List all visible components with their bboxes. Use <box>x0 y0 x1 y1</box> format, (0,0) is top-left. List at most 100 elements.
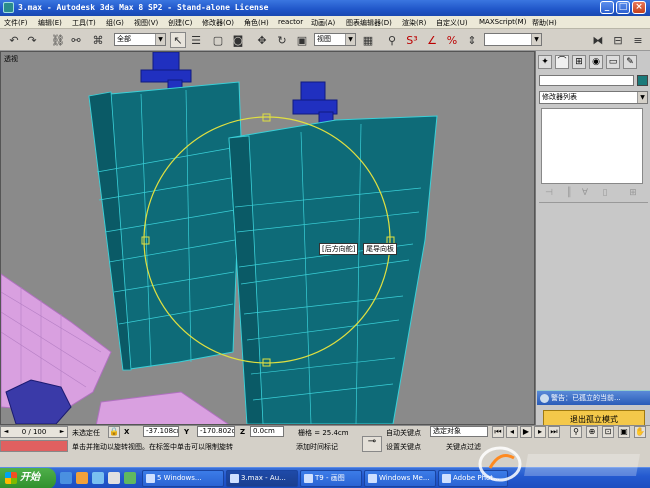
lock-selection-icon[interactable]: 🔒 <box>108 426 120 438</box>
angle-snap-icon[interactable]: ∠ <box>424 32 440 48</box>
key-icon[interactable]: ⊸ <box>362 436 382 452</box>
motion-icon[interactable]: ◉ <box>589 55 603 69</box>
layer-manager-icon[interactable]: ≡ <box>630 32 646 48</box>
modifier-stack-list[interactable] <box>541 108 643 184</box>
close-button[interactable]: × <box>632 1 646 14</box>
menu-help[interactable]: 帮助(H) <box>532 18 557 28</box>
menu-rendering[interactable]: 渲染(R) <box>402 18 426 28</box>
menu-modifiers[interactable]: 修改器(O) <box>202 18 234 28</box>
play-icon[interactable]: ▶ <box>520 426 532 438</box>
start-label: 开始 <box>20 472 40 483</box>
make-unique-icon[interactable]: ∀ <box>579 187 591 199</box>
x-coordinate-field[interactable]: -37.108cm <box>143 426 179 437</box>
select-icon[interactable]: ↖ <box>170 32 186 48</box>
reference-coord-dropdown[interactable]: 视图 ▼ <box>314 33 356 46</box>
scale-icon[interactable]: ▣ <box>294 32 310 48</box>
menu-customize[interactable]: 自定义(U) <box>436 18 468 28</box>
manipulate-icon[interactable]: ⚲ <box>384 32 400 48</box>
menu-views[interactable]: 视图(V) <box>134 18 158 28</box>
pivot-icon[interactable]: ▦ <box>360 32 376 48</box>
select-link-icon[interactable]: ⛓ <box>50 32 66 48</box>
menu-group[interactable]: 组(G) <box>106 18 124 28</box>
redo-icon[interactable]: ↷ <box>24 32 40 48</box>
pink-wireframe-object-bottom <box>95 391 229 424</box>
menu-tools[interactable]: 工具(T) <box>72 18 96 28</box>
key-mode-dropdown[interactable]: 选定对象 <box>430 426 488 437</box>
quicklaunch-ie-icon[interactable] <box>60 472 72 484</box>
taskbar-item[interactable]: T9 - 画图 <box>300 470 362 487</box>
object-color-swatch[interactable] <box>637 75 648 86</box>
maximize-button[interactable]: □ <box>616 1 630 14</box>
object-tag-rear-rudder: [后方向舵] <box>319 243 359 255</box>
object-name-field[interactable] <box>539 75 634 86</box>
next-frame-icon[interactable]: ▸ <box>534 426 546 438</box>
add-time-tag-button[interactable]: 添加时间标记 <box>296 442 338 452</box>
zoom-icon[interactable]: ⚲ <box>570 426 582 438</box>
mirror-icon[interactable]: ⧓ <box>590 32 606 48</box>
zoom-extents-icon[interactable]: ⊡ <box>602 426 614 438</box>
selection-filter-dropdown[interactable]: 全部 ▼ <box>114 33 166 46</box>
menu-edit[interactable]: 编辑(E) <box>38 18 62 28</box>
taskbar-item-label: 3.max - Au... <box>241 474 286 482</box>
prev-frame-icon[interactable]: ◂ <box>506 426 518 438</box>
modify-icon[interactable]: ⌒ <box>555 55 569 69</box>
bind-spacewarp-icon[interactable]: ⌘ <box>90 32 106 48</box>
modifier-list-dropdown[interactable]: 修改器列表 ▼ <box>539 91 648 104</box>
display-icon[interactable]: ▭ <box>606 55 620 69</box>
y-coordinate-field[interactable]: -170.802c <box>197 426 235 437</box>
utilities-icon[interactable]: ✎ <box>623 55 637 69</box>
z-coordinate-field[interactable]: 0.0cm <box>250 426 284 437</box>
auto-key-button[interactable]: 自动关键点 <box>386 428 421 438</box>
perspective-viewport[interactable]: 透视 [后方向舵] 尾导向板 <box>0 51 535 425</box>
pin-stack-icon[interactable]: ⊣ <box>543 187 555 199</box>
chevron-down-icon: ▼ <box>531 34 541 45</box>
quicklaunch-desktop-icon[interactable] <box>92 472 104 484</box>
configure-modifier-sets-icon[interactable]: ⊞ <box>627 187 639 199</box>
quicklaunch-app-icon[interactable] <box>108 472 120 484</box>
pan-icon[interactable]: ✋ <box>634 426 646 438</box>
chevron-left-icon[interactable]: ◄ <box>2 427 10 437</box>
quicklaunch-app2-icon[interactable] <box>124 472 136 484</box>
menu-animation[interactable]: 动画(A) <box>311 18 335 28</box>
taskbar-item[interactable]: 5 Windows... <box>142 470 224 487</box>
menu-maxscript[interactable]: MAXScript(M) <box>479 18 526 26</box>
zoom-all-icon[interactable]: ⊕ <box>586 426 598 438</box>
align-icon[interactable]: ⊟ <box>610 32 626 48</box>
hierarchy-icon[interactable]: ⊞ <box>572 55 586 69</box>
zoom-extents-all-icon[interactable]: ▣ <box>618 426 630 438</box>
menu-graph-editors[interactable]: 图表编辑器(D) <box>346 18 392 28</box>
selection-filter-value: 全部 <box>117 35 131 43</box>
spinner-snap-icon[interactable]: ⇕ <box>464 32 480 48</box>
menu-reactor[interactable]: reactor <box>278 18 303 26</box>
set-key-button[interactable]: 设置关键点 <box>386 442 421 452</box>
viewport-scene <box>1 52 438 424</box>
chevron-right-icon[interactable]: ► <box>58 427 66 437</box>
window-crossing-icon[interactable]: ◙ <box>230 32 246 48</box>
menu-create[interactable]: 创建(C) <box>168 18 192 28</box>
percent-snap-icon[interactable]: % <box>444 32 460 48</box>
select-by-name-icon[interactable]: ☰ <box>188 32 204 48</box>
paint-icon <box>304 474 313 483</box>
goto-start-icon[interactable]: ⏮ <box>492 426 504 438</box>
remove-modifier-icon[interactable]: ▯ <box>599 187 611 199</box>
show-end-result-icon[interactable]: ║ <box>563 187 575 199</box>
unlink-icon[interactable]: ⚯ <box>68 32 84 48</box>
move-icon[interactable]: ✥ <box>254 32 270 48</box>
create-icon[interactable]: ✦ <box>538 55 552 69</box>
viewport-label[interactable]: 透视 <box>4 54 18 64</box>
goto-end-icon[interactable]: ⏭ <box>548 426 560 438</box>
rotate-icon[interactable]: ↻ <box>274 32 290 48</box>
start-button[interactable]: 开始 <box>0 468 56 488</box>
undo-icon[interactable]: ↶ <box>6 32 22 48</box>
taskbar-item[interactable]: Windows Me... <box>364 470 436 487</box>
named-selection-sets-dropdown[interactable]: ▼ <box>484 33 542 46</box>
menu-file[interactable]: 文件(F) <box>4 18 28 28</box>
minimize-button[interactable]: _ <box>600 1 614 14</box>
taskbar-item[interactable]: 3.max - Au... <box>226 470 298 487</box>
time-slider[interactable]: ◄ 0 / 100 ► <box>0 426 68 438</box>
quicklaunch-media-icon[interactable] <box>76 472 88 484</box>
rect-selection-icon[interactable]: ▢ <box>210 32 226 48</box>
track-bar[interactable] <box>0 440 68 452</box>
menu-character[interactable]: 角色(H) <box>244 18 269 28</box>
snap-3-icon[interactable]: S³ <box>404 32 420 48</box>
